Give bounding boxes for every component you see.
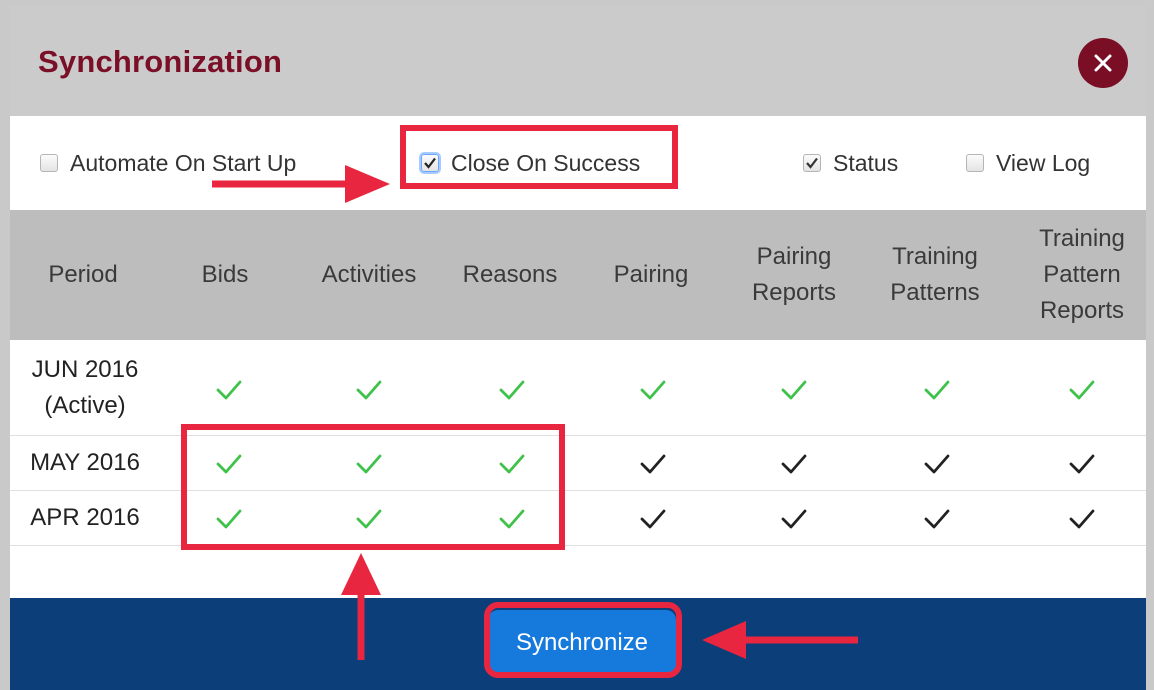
black-check-icon — [1069, 509, 1095, 529]
status-cell — [1052, 449, 1112, 479]
black-check-icon — [924, 454, 950, 474]
black-check-icon — [781, 454, 807, 474]
synchronization-dialog: Synchronization Automate On Start Up Clo… — [0, 0, 1154, 690]
status-checkbox[interactable] — [803, 154, 821, 172]
option-view-log[interactable]: View Log — [966, 146, 1090, 180]
period-cell: MAY 2016 — [30, 449, 140, 476]
highlight-synchronize-button — [484, 602, 682, 678]
status-cell — [1052, 375, 1112, 405]
status-cell — [907, 449, 967, 479]
view-log-label: View Log — [996, 149, 1091, 176]
period-cell: JUN 2016 (Active) — [10, 352, 160, 424]
black-check-icon — [640, 454, 666, 474]
status-cell — [482, 375, 542, 405]
close-button[interactable] — [1078, 38, 1128, 88]
column-header-bids: Bids — [201, 261, 249, 288]
green-check-icon — [781, 380, 807, 400]
status-cell — [907, 504, 967, 534]
automate-on-start-up-label: Automate On Start Up — [70, 149, 297, 176]
status-cell — [764, 375, 824, 405]
status-label: Status — [833, 149, 899, 176]
green-check-icon — [356, 380, 382, 400]
option-status[interactable]: Status — [803, 146, 898, 180]
green-check-icon — [499, 380, 525, 400]
black-check-icon — [640, 509, 666, 529]
status-cell — [623, 449, 683, 479]
green-check-icon — [924, 380, 950, 400]
column-header-period: Period — [48, 261, 118, 288]
checkmark-icon — [806, 157, 818, 169]
status-cell — [199, 375, 259, 405]
status-cell — [764, 504, 824, 534]
automate-on-start-up-checkbox[interactable] — [40, 154, 58, 172]
option-automate-on-start-up[interactable]: Automate On Start Up — [40, 146, 296, 180]
highlight-close-on-success — [400, 125, 678, 189]
view-log-checkbox[interactable] — [966, 154, 984, 172]
status-cell — [907, 375, 967, 405]
column-header-pairing-reports: Pairing Reports — [751, 243, 837, 306]
status-cell — [623, 375, 683, 405]
status-cell — [764, 449, 824, 479]
column-header-training-patterns: Training Patterns — [890, 243, 980, 306]
dialog-header: Synchronization — [10, 6, 1146, 116]
status-cell — [1052, 504, 1112, 534]
period-cell: APR 2016 — [30, 504, 140, 531]
status-cell — [623, 504, 683, 534]
status-cell — [339, 375, 399, 405]
green-check-icon — [1069, 380, 1095, 400]
black-check-icon — [781, 509, 807, 529]
column-header-training-pattern-reports: Training Pattern Reports — [1039, 225, 1125, 324]
period-note: (Active) — [44, 392, 126, 419]
column-header-activities: Activities — [321, 261, 417, 288]
black-check-icon — [1069, 454, 1095, 474]
column-header-reasons: Reasons — [462, 261, 558, 288]
table-row-jun-2016: JUN 2016 (Active) — [10, 340, 1146, 436]
highlight-completed-checks — [181, 424, 565, 550]
dialog-title: Synchronization — [38, 44, 283, 79]
period-label: JUN 2016 — [31, 356, 139, 383]
black-check-icon — [924, 509, 950, 529]
close-icon — [1094, 54, 1112, 72]
green-check-icon — [640, 380, 666, 400]
column-header-pairing: Pairing — [613, 261, 689, 288]
green-check-icon — [216, 380, 242, 400]
table-header: Period Bids Activities Reasons Pairing P… — [10, 210, 1146, 340]
